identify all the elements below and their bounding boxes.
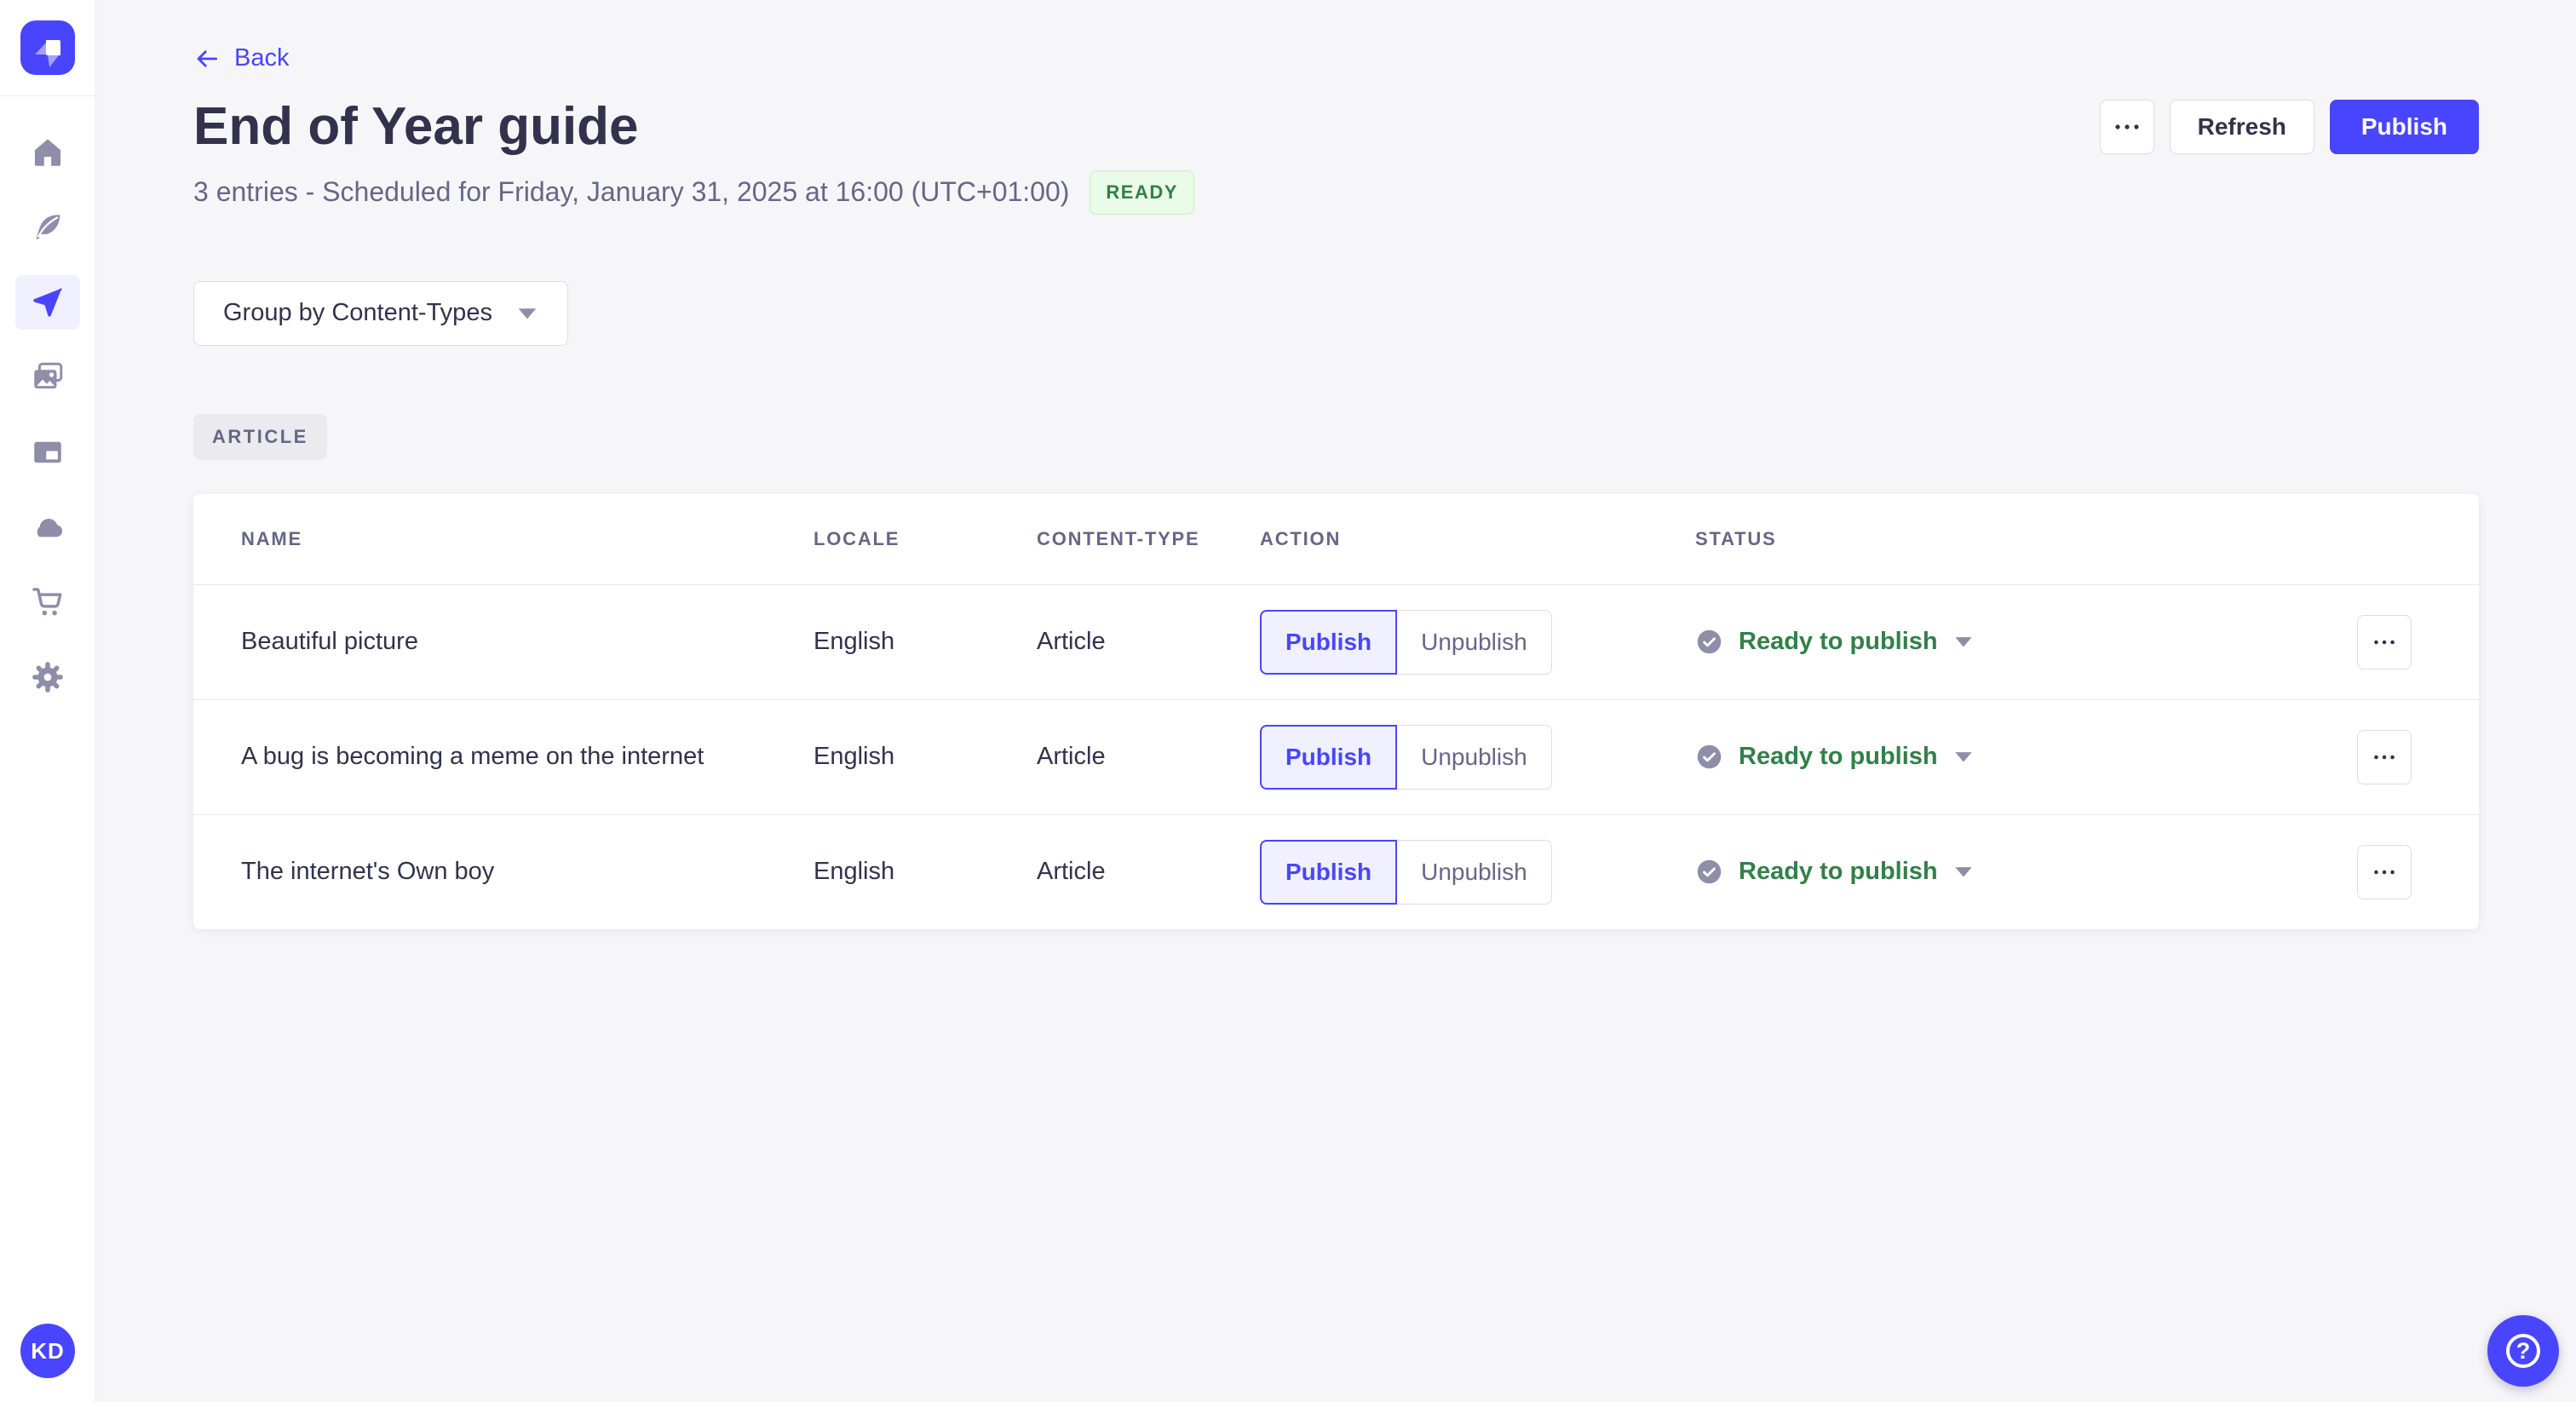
strapi-logo-icon [20,20,75,75]
sidebar-nav [15,96,80,704]
release-meta: 3 entries - Scheduled for Friday, Januar… [193,170,2479,215]
ellipsis-icon [2115,124,2139,129]
ellipsis-icon [2374,755,2395,759]
app-logo[interactable] [0,0,95,95]
entry-content-type: Article [1037,743,1106,770]
paper-plane-icon [33,288,62,317]
entry-content-type: Article [1037,858,1106,885]
check-circle-icon [1697,629,1722,654]
ellipsis-icon [2374,870,2395,874]
cloud-icon [37,519,63,537]
row-unpublish-option[interactable]: Unpublish [1397,839,1552,905]
entry-status-label: Ready to publish [1739,628,1938,655]
entry-locale: English [814,743,895,770]
back-label: Back [234,44,290,72]
entry-status-label: Ready to publish [1739,858,1938,885]
sidebar: KD [0,0,96,1402]
header-actions: Refresh Publish [2099,99,2479,154]
status-badge: READY [1090,170,1194,215]
table-row: A bug is becoming a meme on the internet… [193,698,2479,814]
column-header-name: NAME [241,527,302,549]
caret-down-icon [1954,867,1972,877]
entry-locale: English [814,858,895,885]
row-more-button[interactable] [2357,844,2412,899]
column-header-status: STATUS [1695,527,1777,549]
entry-status-label: Ready to publish [1739,743,1938,770]
action-toggle: Publish Unpublish [1260,724,1695,790]
question-mark-icon: ? [2506,1334,2540,1368]
entry-locale: English [814,628,895,655]
entry-name: The internet's Own boy [241,858,495,885]
back-link[interactable]: Back [193,44,289,72]
media-library-icon [34,362,63,389]
row-publish-option[interactable]: Publish [1260,839,1398,905]
sidebar-item-content-type-builder[interactable] [15,425,80,480]
row-unpublish-option[interactable]: Unpublish [1397,724,1552,790]
entry-status-dropdown[interactable]: Ready to publish [1695,743,2357,771]
caret-down-icon [1954,637,1972,647]
table-row: Beautiful picture English Article Publis… [193,583,2479,699]
page-header: End of Year guide Refresh Publish [193,95,2479,158]
sidebar-item-cloud[interactable] [15,500,80,554]
layout-icon [34,441,61,463]
ellipsis-icon [2374,640,2395,644]
check-circle-icon [1697,859,1722,884]
table-row: The internet's Own boy English Article P… [193,813,2479,929]
refresh-button[interactable]: Refresh [2169,99,2314,154]
entry-status-dropdown[interactable]: Ready to publish [1695,858,2357,886]
caret-down-icon [1954,752,1972,762]
action-toggle: Publish Unpublish [1260,609,1695,675]
entry-content-type: Article [1037,628,1106,655]
group-by-select[interactable]: Group by Content-Types [193,280,568,346]
help-button[interactable]: ? [2487,1315,2559,1387]
page-title: End of Year guide [193,96,639,156]
gear-icon [32,662,63,692]
arrow-left-icon [197,49,218,67]
publish-release-button[interactable]: Publish [2329,99,2479,154]
check-circle-icon [1697,744,1722,769]
table-header-row: NAME LOCALE CONTENT-TYPE ACTION STATUS [193,494,2479,584]
content-type-group-badge: ARTICLE [193,413,327,460]
entry-name: A bug is becoming a meme on the internet [241,743,704,770]
home-icon [34,139,61,166]
group-by-value: Group by Content-Types [223,299,492,326]
sidebar-item-settings[interactable] [15,650,80,704]
shopping-cart-icon [32,588,62,616]
row-publish-option[interactable]: Publish [1260,724,1398,790]
row-unpublish-option[interactable]: Unpublish [1397,609,1552,675]
column-header-locale: LOCALE [814,527,900,549]
row-more-button[interactable] [2357,614,2412,669]
release-subtitle: 3 entries - Scheduled for Friday, Januar… [193,176,1070,207]
row-more-button[interactable] [2357,729,2412,784]
sidebar-item-media-library[interactable] [15,350,80,405]
sidebar-item-releases[interactable] [15,275,80,330]
user-avatar[interactable]: KD [20,1324,75,1378]
chevron-down-icon [518,307,537,319]
sidebar-item-content-manager[interactable] [15,200,80,255]
feather-icon [36,215,60,239]
sidebar-item-marketplace[interactable] [15,575,80,629]
column-header-content-type: CONTENT-TYPE [1037,527,1200,549]
release-more-button[interactable] [2099,99,2154,154]
entry-name: Beautiful picture [241,628,418,655]
row-publish-option[interactable]: Publish [1260,609,1398,675]
column-header-action: ACTION [1260,527,1342,549]
entries-table-card: NAME LOCALE CONTENT-TYPE ACTION STATUS B… [193,493,2479,929]
action-toggle: Publish Unpublish [1260,839,1695,905]
main-content: Back End of Year guide Refresh Publish 3… [96,0,2576,1402]
sidebar-item-home[interactable] [15,125,80,180]
entry-status-dropdown[interactable]: Ready to publish [1695,628,2357,656]
